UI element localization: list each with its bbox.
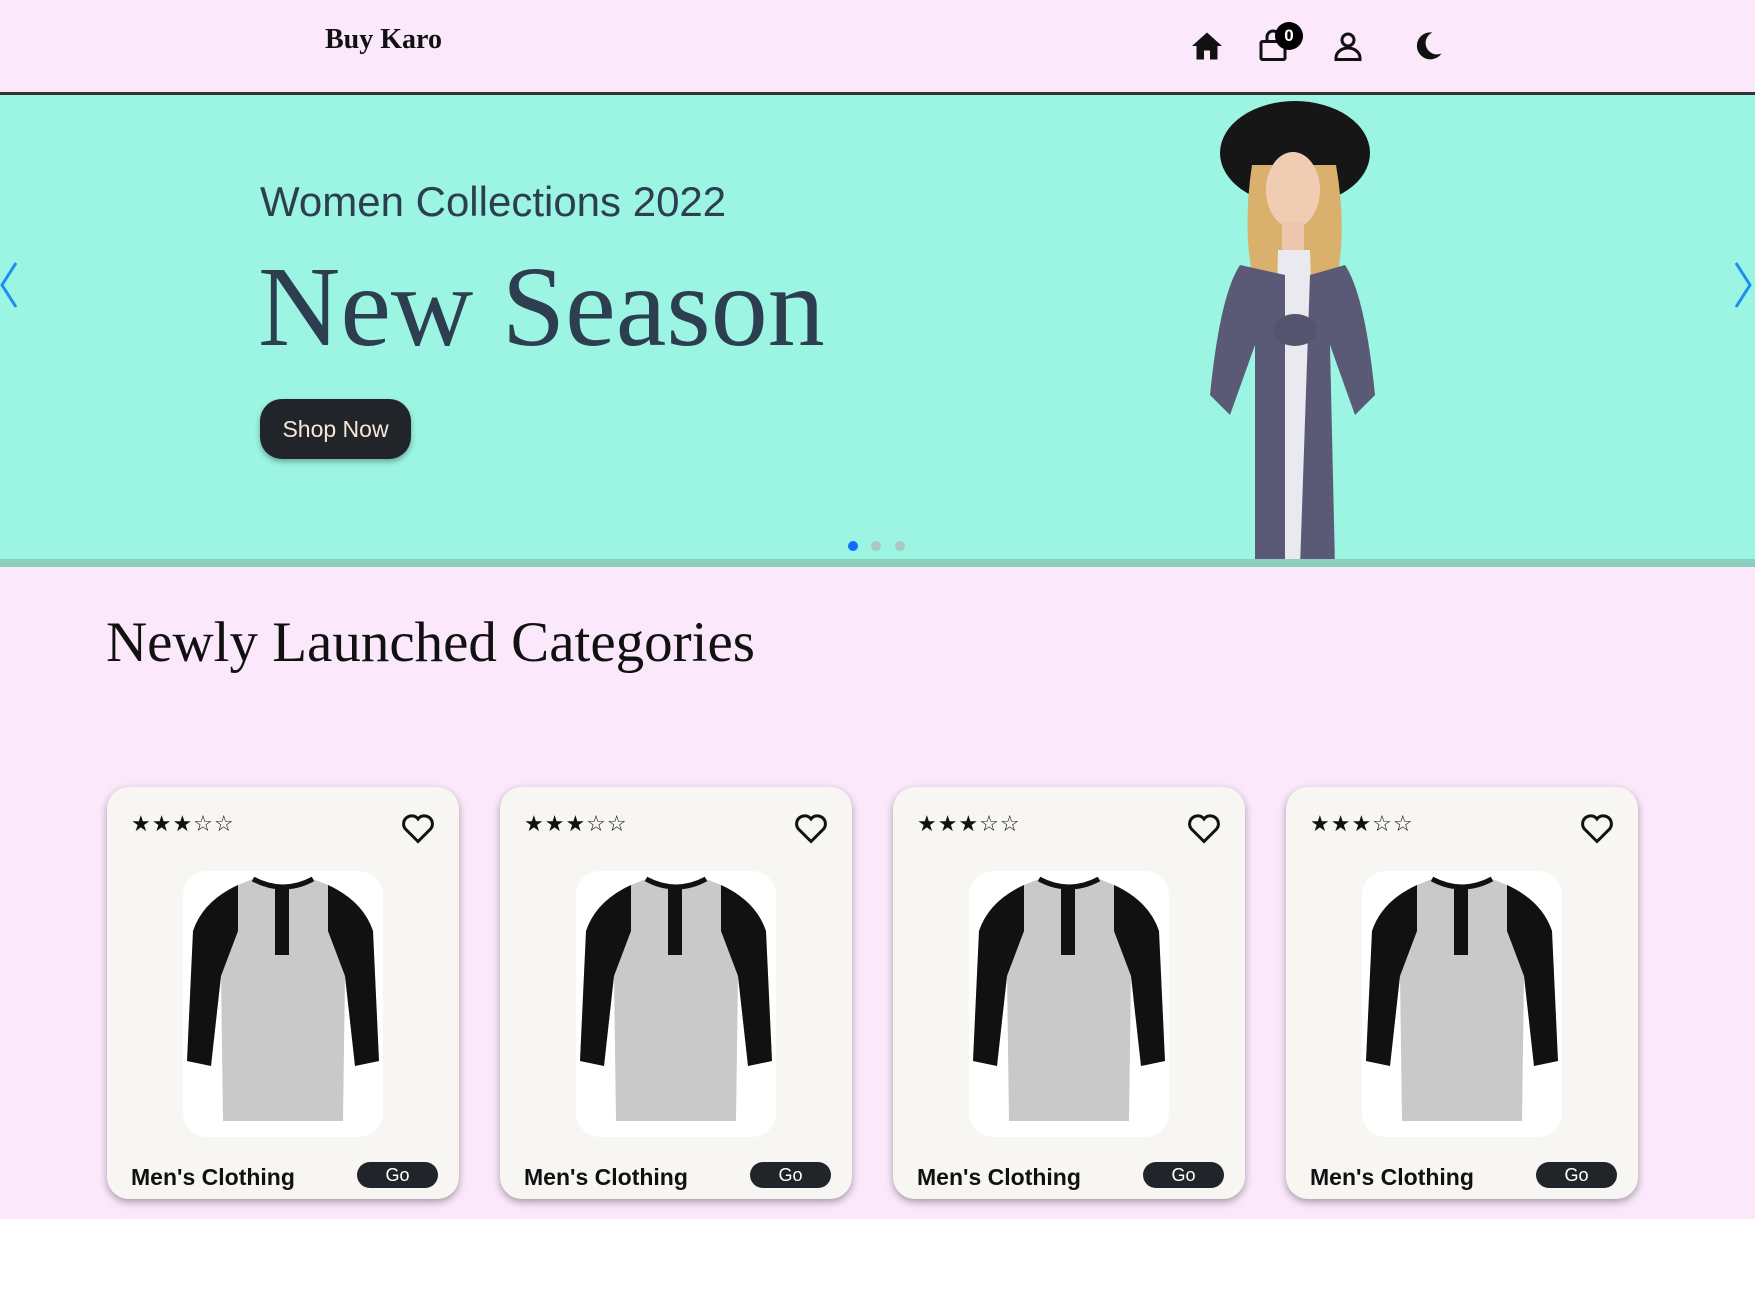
user-icon[interactable] [1330,28,1366,64]
heart-icon[interactable] [1185,810,1223,846]
star-rating: ★★★☆☆ [1310,811,1414,836]
star-rating: ★★★☆☆ [524,811,628,836]
carousel-next-arrow-icon[interactable] [1722,255,1755,315]
product-image-raglan-shirt [183,871,383,1137]
go-button[interactable]: Go [1536,1162,1617,1188]
category-card[interactable]: ★★★☆☆ Men's Clothing Go [1286,787,1638,1199]
hero-bottom-border [0,559,1755,567]
star-rating: ★★★☆☆ [131,811,235,836]
product-image-raglan-shirt [576,871,776,1137]
heart-icon[interactable] [1578,810,1616,846]
heart-icon[interactable] [399,810,437,846]
category-card[interactable]: ★★★☆☆ Men's Clothing Go [893,787,1245,1199]
carousel-prev-arrow-icon[interactable] [0,255,30,315]
navbar: Buy Karo 0 [0,0,1755,95]
card-label: Men's Clothing [917,1164,1081,1190]
category-card[interactable]: ★★★☆☆ Men's Clothing Go [107,787,459,1199]
shop-now-button[interactable]: Shop Now [260,399,411,459]
product-image-raglan-shirt [1362,871,1562,1137]
go-button[interactable]: Go [357,1162,438,1188]
card-label: Men's Clothing [1310,1164,1474,1190]
carousel-dot[interactable] [894,541,905,551]
hero-title: New Season [258,243,825,370]
carousel-indicators [848,538,914,556]
star-rating: ★★★☆☆ [917,811,1021,836]
carousel-dot[interactable] [871,541,882,551]
carousel-dot[interactable] [848,541,858,551]
card-label: Men's Clothing [131,1164,295,1190]
hero-carousel: Women Collections 2022 New Season Shop N… [0,95,1755,567]
card-label: Men's Clothing [524,1164,688,1190]
cart-count-badge: 0 [1275,22,1303,50]
go-button[interactable]: Go [750,1162,831,1188]
heart-icon[interactable] [792,810,830,846]
section-title: Newly Launched Categories [106,611,755,674]
home-icon[interactable] [1189,28,1225,64]
brand-logo[interactable]: Buy Karo [325,24,442,56]
hero-model-image [1160,95,1420,567]
moon-icon[interactable] [1410,28,1446,64]
hero-subtitle: Women Collections 2022 [260,178,727,225]
go-button[interactable]: Go [1143,1162,1224,1188]
category-card[interactable]: ★★★☆☆ Men's Clothing Go [500,787,852,1199]
product-image-raglan-shirt [969,871,1169,1137]
